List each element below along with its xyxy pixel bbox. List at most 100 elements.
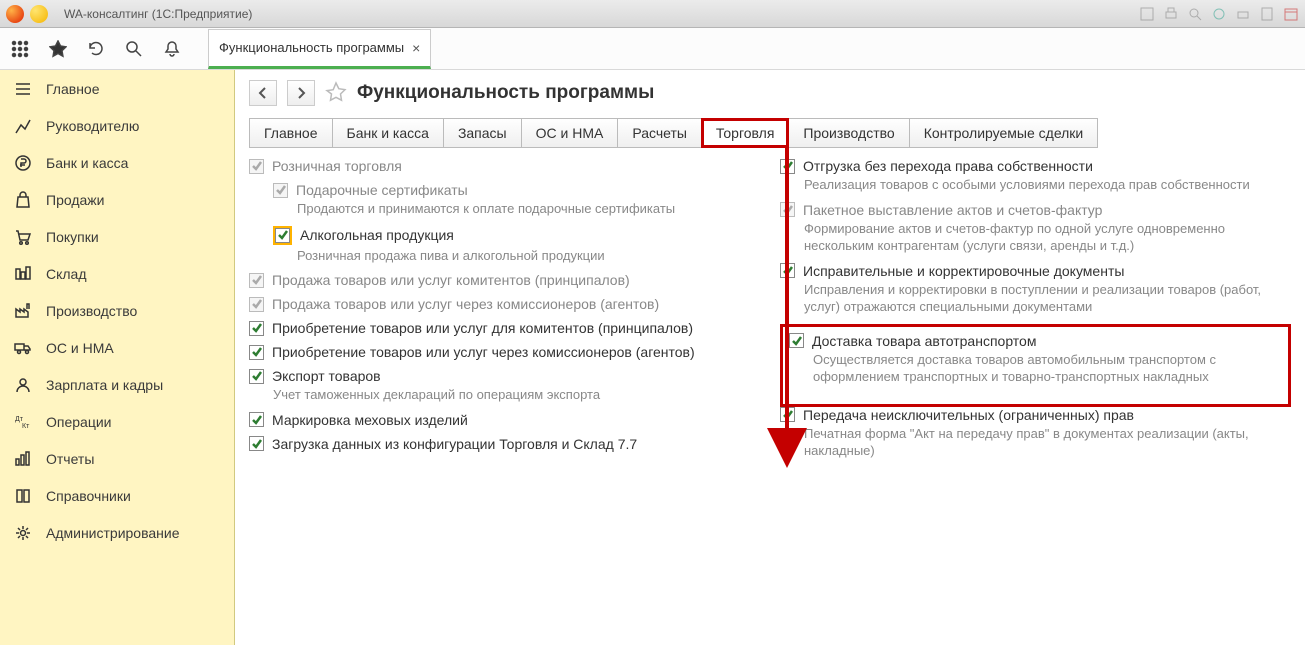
tab-0[interactable]: Главное: [249, 118, 333, 148]
tool-icon-1[interactable]: [1211, 6, 1227, 22]
star-icon[interactable]: [48, 39, 68, 59]
checkbox[interactable]: [780, 263, 795, 278]
back-button[interactable]: [249, 80, 277, 106]
option-desc: Печатная форма "Акт на передачу прав" в …: [804, 425, 1291, 460]
search-icon[interactable]: [124, 39, 144, 59]
option: Маркировка меховых изделий: [249, 412, 760, 428]
sidebar-item-6[interactable]: Производство: [0, 292, 234, 329]
sidebar-item-12[interactable]: Администрирование: [0, 514, 234, 551]
option: Исправительные и корректировочные докуме…: [780, 263, 1291, 316]
close-icon[interactable]: ×: [412, 40, 420, 56]
window-title: WA-консалтинг (1С:Предприятие): [64, 7, 252, 21]
checkbox[interactable]: [249, 345, 264, 360]
option-label: Экспорт товаров: [272, 368, 381, 384]
sidebar-item-label: ОС и НМА: [46, 340, 114, 356]
calendar-icon[interactable]: [1283, 6, 1299, 22]
sidebar-item-label: Администрирование: [46, 525, 180, 541]
option-label: Продажа товаров или услуг комитентов (пр…: [272, 272, 630, 288]
tab-3[interactable]: ОС и НМА: [521, 118, 619, 148]
option: Доставка товара автотранспортомОсуществл…: [789, 333, 1280, 386]
sidebar-item-4[interactable]: Покупки: [0, 218, 234, 255]
app-logo-icon: [6, 5, 24, 23]
checkbox[interactable]: [249, 321, 264, 336]
option-label: Алкогольная продукция: [300, 227, 454, 243]
option-desc: Формирование актов и счетов-фактур по од…: [804, 220, 1291, 255]
option-label: Приобретение товаров или услуг через ком…: [272, 344, 695, 360]
sidebar-item-5[interactable]: Склад: [0, 255, 234, 292]
option: Загрузка данных из конфигурации Торговля…: [249, 436, 760, 452]
option: Продажа товаров или услуг комитентов (пр…: [249, 272, 760, 288]
checkbox[interactable]: [789, 333, 804, 348]
option-desc: Реализация товаров с особыми условиями п…: [804, 176, 1291, 194]
option-label: Отгрузка без перехода права собственност…: [803, 158, 1093, 174]
content-area: Функциональность программы ГлавноеБанк и…: [235, 70, 1305, 645]
svg-text:Дт: Дт: [15, 416, 24, 423]
option-desc: Учет таможенных деклараций по операциям …: [273, 386, 760, 404]
checkbox: [249, 297, 264, 312]
sidebar-item-label: Производство: [46, 303, 137, 319]
option: Приобретение товаров или услуг через ком…: [249, 344, 760, 360]
sidebar-item-8[interactable]: Зарплата и кадры: [0, 366, 234, 403]
page-title: Функциональность программы: [357, 82, 654, 104]
checkbox[interactable]: [780, 407, 795, 422]
window-titlebar: WA-консалтинг (1С:Предприятие): [0, 0, 1305, 28]
main-toolbar: Функциональность программы ×: [0, 28, 1305, 70]
favorite-icon[interactable]: [325, 81, 347, 106]
option-label: Передача неисключительных (ограниченных)…: [803, 407, 1134, 423]
sidebar-item-11[interactable]: Справочники: [0, 477, 234, 514]
dropdown-icon[interactable]: [30, 5, 48, 23]
tab-5[interactable]: Торговля: [701, 118, 789, 148]
checkbox: [249, 159, 264, 174]
checkbox: [780, 202, 795, 217]
bell-icon[interactable]: [162, 39, 182, 59]
sidebar-item-10[interactable]: Отчеты: [0, 440, 234, 477]
checkbox[interactable]: [780, 159, 795, 174]
sidebar-item-9[interactable]: ДтКтОперации: [0, 403, 234, 440]
sidebar-item-label: Руководителю: [46, 118, 139, 134]
option-label: Загрузка данных из конфигурации Торговля…: [272, 436, 637, 452]
tab-7[interactable]: Контролируемые сделки: [909, 118, 1099, 148]
sidebar-item-3[interactable]: Продажи: [0, 181, 234, 218]
sidebar-item-label: Главное: [46, 81, 100, 97]
sidebar-item-label: Операции: [46, 414, 112, 430]
option-label: Маркировка меховых изделий: [272, 412, 468, 428]
checkbox[interactable]: [249, 436, 264, 451]
forward-button[interactable]: [287, 80, 315, 106]
apps-icon[interactable]: [10, 39, 30, 59]
option-label: Доставка товара автотранспортом: [812, 333, 1036, 349]
tab-2[interactable]: Запасы: [443, 118, 522, 148]
option-desc: Продаются и принимаются к оплате подароч…: [297, 200, 760, 218]
save-icon[interactable]: [1139, 6, 1155, 22]
open-tab[interactable]: Функциональность программы ×: [208, 29, 431, 69]
history-icon[interactable]: [86, 39, 106, 59]
search-icon[interactable]: [1187, 6, 1203, 22]
checkbox[interactable]: [275, 228, 290, 243]
checkbox[interactable]: [249, 369, 264, 384]
options-right-column: Отгрузка без перехода права собственност…: [780, 158, 1291, 468]
tab-6[interactable]: Производство: [788, 118, 909, 148]
checkbox[interactable]: [249, 412, 264, 427]
sidebar-item-label: Отчеты: [46, 451, 94, 467]
option-label: Продажа товаров или услуг через комиссио…: [272, 296, 659, 312]
function-tabs: ГлавноеБанк и кассаЗапасыОС и НМАРасчеты…: [249, 118, 1291, 148]
tab-4[interactable]: Расчеты: [617, 118, 702, 148]
sidebar-item-label: Справочники: [46, 488, 131, 504]
checkbox: [273, 183, 288, 198]
tool-icon-2[interactable]: [1235, 6, 1251, 22]
tab-1[interactable]: Банк и касса: [332, 118, 444, 148]
sidebar-item-1[interactable]: Руководителю: [0, 107, 234, 144]
option-desc: Розничная продажа пива и алкогольной про…: [297, 247, 760, 265]
print-icon[interactable]: [1163, 6, 1179, 22]
option: Передача неисключительных (ограниченных)…: [780, 407, 1291, 460]
sidebar-item-7[interactable]: ОС и НМА: [0, 329, 234, 366]
titlebar-tools: [1139, 6, 1299, 22]
sidebar-item-0[interactable]: Главное: [0, 70, 234, 107]
sidebar-item-label: Склад: [46, 266, 87, 282]
option-desc: Исправления и корректировки в поступлени…: [804, 281, 1291, 316]
calculator-icon[interactable]: [1259, 6, 1275, 22]
option: Подарочные сертификаты Продаются и приним…: [273, 182, 760, 218]
option-label: Подарочные сертификаты: [296, 182, 468, 198]
option: Отгрузка без перехода права собственност…: [780, 158, 1291, 194]
option-label: Приобретение товаров или услуг для комит…: [272, 320, 693, 336]
sidebar-item-2[interactable]: Банк и касса: [0, 144, 234, 181]
